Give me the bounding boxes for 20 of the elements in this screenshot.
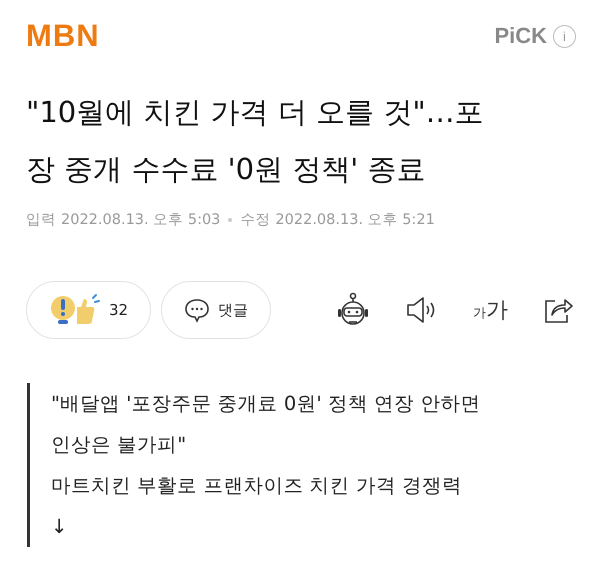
font-size-button[interactable]: 가가 bbox=[473, 295, 508, 325]
comment-button[interactable]: 댓글 bbox=[161, 281, 272, 339]
date-text: 2022.08.13. 오후 5:21 bbox=[275, 211, 435, 229]
quote-line: "배달앱 '포장주문 중개료 0원' 정책 연장 안하면 bbox=[51, 391, 480, 417]
date-label: 수정 bbox=[240, 211, 270, 229]
separator-dot bbox=[228, 218, 232, 222]
mbn-logo: MBN bbox=[26, 18, 100, 54]
headline-line: 장 중개 수수료 '0원 정책' 종료 bbox=[26, 151, 426, 188]
quote-line: 인상은 불가피" bbox=[51, 432, 186, 458]
reaction-icon bbox=[49, 293, 101, 327]
date-text: 2022.08.13. 오후 5:03 bbox=[61, 211, 220, 229]
robot-button[interactable] bbox=[335, 292, 371, 328]
date-label: 입력 bbox=[26, 211, 56, 229]
speech-bubble-icon bbox=[184, 297, 210, 323]
headline-line: "10월에 치킨 가격 더 오를 것"…포 bbox=[26, 94, 484, 131]
quote-line: ↓ bbox=[51, 514, 68, 540]
robot-icon bbox=[335, 292, 371, 328]
quote-line: 마트치킨 부활로 프랜차이즈 치킨 가격 경쟁력 bbox=[51, 473, 462, 499]
pick-label: PiCK bbox=[494, 23, 547, 49]
reaction-button[interactable]: 32 bbox=[26, 281, 152, 339]
